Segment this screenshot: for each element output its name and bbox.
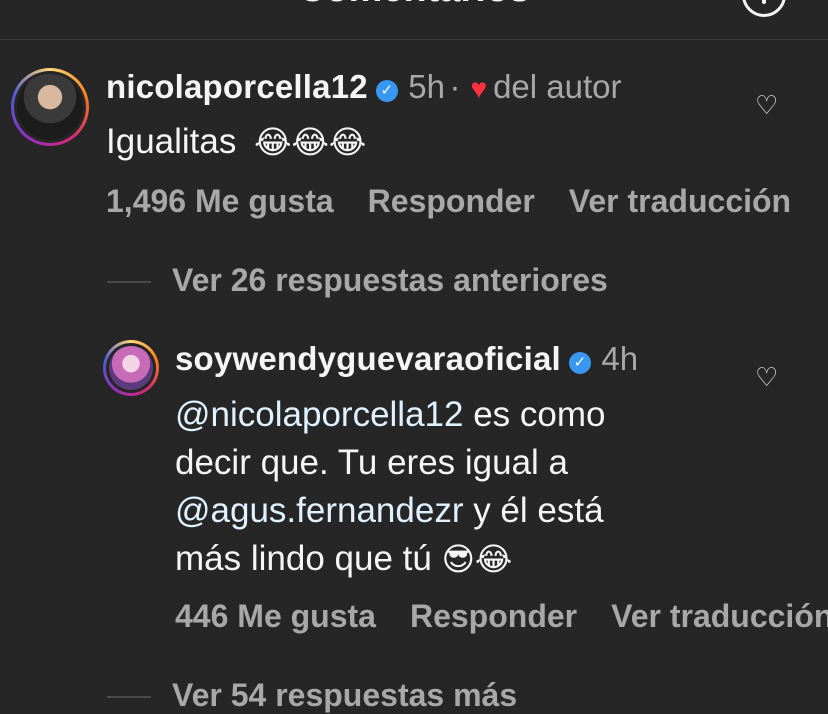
comment-username[interactable]: nicolaporcella12 [106, 68, 368, 105]
red-heart-icon: ♥ [470, 73, 488, 104]
reply-username[interactable]: soywendyguevaraoficial [175, 340, 561, 377]
avatar-photo [17, 74, 83, 140]
comment-text: Igualitas 😂😂😂 [106, 118, 366, 166]
comment-body: Igualitas [106, 122, 237, 161]
replies-divider [107, 696, 151, 698]
author-like-label: del autor [493, 68, 622, 105]
page-title: Comentarios [0, 0, 828, 11]
like-count[interactable]: 1,496 Me gusta [106, 183, 334, 219]
reply-button[interactable]: Responder [410, 598, 577, 634]
translate-button[interactable]: Ver traducción [569, 183, 791, 219]
like-heart-icon[interactable]: ♡ [755, 90, 778, 121]
comment-header: nicolaporcella12 ✓ 5h · ♥ del autor [106, 68, 622, 106]
verified-badge-icon: ✓ [568, 351, 591, 374]
view-previous-replies[interactable]: Ver 26 respuestas anteriores [172, 262, 608, 299]
view-more-replies[interactable]: Ver 54 respuestas más [172, 677, 517, 714]
info-icon[interactable] [742, 0, 786, 17]
reply-text: @nicolaporcella12 es como decir que. Tu … [175, 391, 735, 583]
reply-text-part: es como [463, 395, 606, 434]
like-count[interactable]: 446 Me gusta [175, 598, 376, 634]
mention-link[interactable]: @agus.fernandezr [175, 491, 463, 530]
avatar[interactable] [11, 68, 89, 146]
translate-button[interactable]: Ver traducción [611, 598, 828, 634]
avatar-photo [109, 346, 153, 390]
comment-emojis: 😂😂😂 [254, 124, 367, 160]
reply-button[interactable]: Responder [368, 183, 535, 219]
replies-divider [107, 281, 151, 283]
like-heart-icon[interactable]: ♡ [755, 362, 778, 393]
reply-text-part: y él está [463, 491, 604, 530]
mention-link[interactable]: @nicolaporcella12 [175, 395, 463, 434]
comment-time: 5h [408, 68, 445, 105]
reply-actions: 446 Me gusta Responder Ver traducción [175, 598, 828, 635]
reply-time: 4h [601, 340, 639, 377]
reply-header: soywendyguevaraoficial ✓ 4h [175, 340, 638, 378]
reply-text-part: más lindo que tú [175, 539, 432, 578]
reply-emojis: 😎😂 [441, 541, 513, 577]
verified-badge-icon: ✓ [375, 79, 398, 102]
comment-actions: 1,496 Me gusta Responder Ver traducción [106, 183, 825, 220]
meta-separator: · [449, 68, 461, 105]
header-divider [0, 39, 828, 40]
avatar[interactable] [103, 340, 159, 396]
reply-text-part: decir que. Tu eres igual a [175, 443, 569, 482]
